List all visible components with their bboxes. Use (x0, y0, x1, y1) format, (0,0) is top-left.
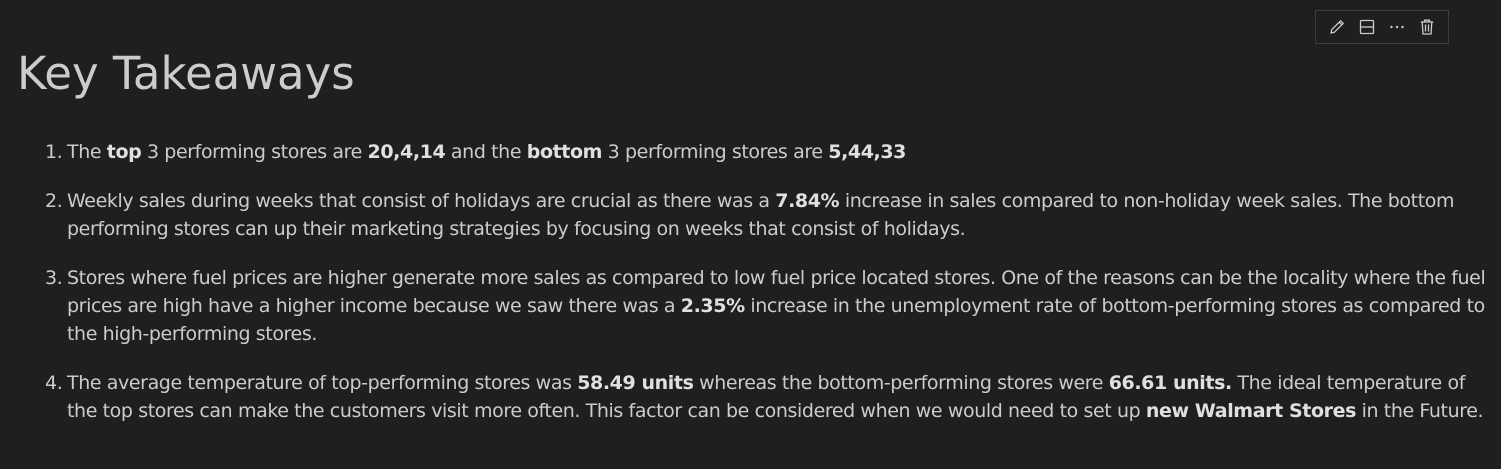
item-text: 3 performing stores are (602, 141, 829, 163)
item-bold: new Walmart Stores (1145, 400, 1356, 422)
item-bold: 20,4,14 (367, 141, 446, 163)
cell-toolbar (1315, 10, 1449, 44)
edit-pencil-icon[interactable] (1325, 15, 1349, 39)
item-bold: top (106, 141, 142, 163)
list-item-number: 3. (45, 267, 63, 289)
item-text: Weekly sales during weeks that consist o… (67, 190, 776, 212)
list-item-number: 1. (45, 141, 63, 163)
list-item-number: 4. (45, 372, 63, 394)
page-title: Key Takeaways (17, 47, 355, 100)
list-item: 1. The top 3 performing stores are 20,4,… (45, 138, 1497, 166)
item-bold: 5,44,33 (828, 141, 906, 163)
list-item: 4. The average temperature of top-perfor… (45, 369, 1497, 425)
delete-trash-icon[interactable] (1415, 15, 1439, 39)
item-bold: 58.49 units (577, 372, 694, 394)
item-text: 3 performing stores are (141, 141, 368, 163)
takeaways-list: 1. The top 3 performing stores are 20,4,… (45, 138, 1497, 446)
item-bold: 2.35% (680, 295, 745, 317)
item-text: and the (445, 141, 527, 163)
item-bold: 7.84% (775, 190, 840, 212)
item-bold: 66.61 units. (1108, 372, 1232, 394)
item-text: in the Future. (1355, 400, 1484, 422)
split-cell-icon[interactable] (1355, 15, 1379, 39)
item-bold: bottom (526, 141, 603, 163)
list-item: 2. Weekly sales during weeks that consis… (45, 187, 1497, 243)
more-actions-icon[interactable] (1385, 15, 1409, 39)
item-text: whereas the bottom-performing stores wer… (693, 372, 1109, 394)
list-item-number: 2. (45, 190, 63, 212)
item-text: The (67, 141, 107, 163)
item-text: The average temperature of top-performin… (67, 372, 578, 394)
list-item: 3. Stores where fuel prices are higher g… (45, 264, 1497, 348)
